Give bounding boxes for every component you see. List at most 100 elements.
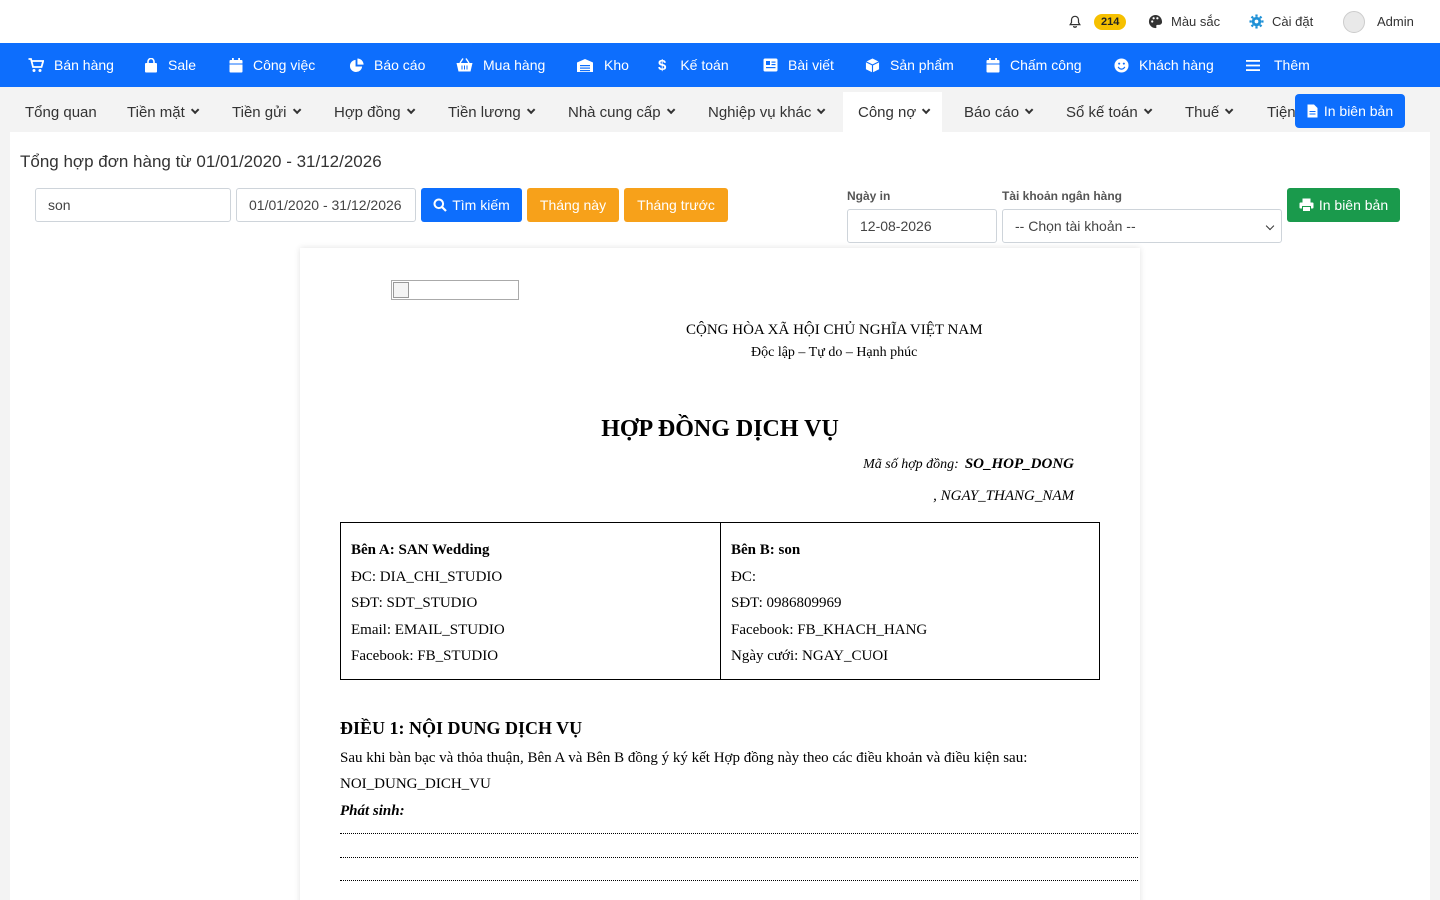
top-bar: 214 Màu sắc Cài đặt Admin — [0, 0, 1440, 43]
nav-label: Mua hàng — [483, 57, 546, 73]
chevron-down-icon — [526, 105, 536, 115]
user-menu[interactable]: Admin — [1343, 0, 1414, 43]
tab-tien-mat[interactable]: Tiền mặt — [112, 92, 211, 132]
party-a-facebook: Facebook: FB_STUDIO — [351, 648, 499, 664]
cart-icon — [28, 57, 44, 72]
user-name: Admin — [1377, 14, 1414, 29]
cube-icon — [865, 57, 880, 73]
nav-item-cham-cong[interactable]: Chấm công — [986, 43, 1082, 87]
notifications-button[interactable]: 214 — [1068, 0, 1127, 43]
colors-button[interactable]: Màu sắc — [1148, 0, 1220, 43]
print-date-input[interactable]: 12-08-2026 — [847, 209, 997, 243]
sub-nav: Tổng quan Tiền mặt Tiền gửi Hợp đồng Tiề… — [0, 87, 1440, 132]
article-icon — [763, 58, 778, 72]
nav-item-sale[interactable]: Sale — [144, 43, 196, 87]
tab-label: Tiền gửi — [232, 103, 287, 121]
search-button-label: Tìm kiếm — [452, 197, 510, 213]
settings-button[interactable]: Cài đặt — [1249, 0, 1313, 43]
bell-icon — [1069, 15, 1081, 28]
last-month-button[interactable]: Tháng trước — [624, 188, 728, 222]
nav-item-ke-toan[interactable]: $ Kế toán — [658, 43, 729, 87]
chevron-down-icon — [1265, 221, 1275, 231]
date-range-input[interactable]: 01/01/2020 - 31/12/2026 — [236, 188, 416, 222]
bank-account-label: Tài khoản ngân hàng — [1002, 189, 1123, 203]
chevron-down-icon — [1024, 105, 1034, 115]
palette-icon — [1148, 14, 1163, 29]
nav-label: Sản phẩm — [890, 57, 954, 73]
party-a-heading: Bên A: SAN Wedding — [351, 542, 490, 558]
article-1-content: NOI_DUNG_DICH_VU — [340, 776, 491, 792]
tab-label: Tiền lương — [448, 103, 521, 121]
nav-item-bai-viet[interactable]: Bài viết — [763, 43, 834, 87]
this-month-label: Tháng này — [539, 197, 607, 213]
nav-item-bao-cao[interactable]: Báo cáo — [349, 43, 425, 87]
bank-account-select[interactable]: -- Chọn tài khoản -- — [1002, 209, 1282, 243]
nav-item-mua-hang[interactable]: Mua hàng — [456, 43, 545, 87]
chevron-down-icon — [292, 105, 301, 115]
tab-tien-gui[interactable]: Tiền gửi — [217, 92, 313, 132]
party-a-phone: SĐT: SDT_STUDIO — [351, 595, 478, 611]
dotted-line — [340, 833, 1138, 834]
parties-table: Bên A: SAN Wedding ĐC: DIA_CHI_STUDIO SĐ… — [340, 522, 1100, 680]
party-b: Bên B: son ĐC: SĐT: 0986809969 Facebook:… — [720, 523, 1099, 679]
tab-label: Tổng quan — [25, 103, 97, 121]
tab-so-ke-toan[interactable]: Sổ kế toán — [1051, 92, 1164, 132]
nav-label: Kho — [604, 57, 629, 73]
contract-document: CỘNG HÒA XÃ HỘI CHỦ NGHĨA VIỆT NAM Độc l… — [300, 248, 1140, 900]
contract-date: , NGAY_THANG_NAM — [933, 488, 1074, 504]
nav-label: Sale — [168, 57, 197, 73]
nav-label: Báo cáo — [374, 57, 426, 73]
party-b-phone: SĐT: 0986809969 — [731, 595, 842, 611]
party-a-email: Email: EMAIL_STUDIO — [351, 621, 505, 638]
contract-code: Mã số hợp đồng: SO_HOP_DONG — [863, 456, 1074, 473]
nav-item-san-pham[interactable]: Sản phẩm — [865, 43, 954, 87]
nav-item-kho[interactable]: Kho — [576, 43, 629, 87]
search-button[interactable]: Tìm kiếm — [421, 188, 522, 222]
print-top-label: In biên bản — [1323, 103, 1394, 119]
tab-tien-luong[interactable]: Tiền lương — [433, 92, 547, 132]
party-b-facebook: Facebook: FB_KHACH_HANG — [731, 621, 928, 638]
tab-nha-cung-cap[interactable]: Nhà cung cấp — [553, 92, 687, 132]
chevron-down-icon — [1225, 105, 1234, 115]
nav-label: Bài viết — [788, 57, 834, 73]
avatar — [1343, 10, 1365, 33]
print-report-button[interactable]: In biên bản — [1287, 188, 1400, 222]
chevron-down-icon — [817, 105, 826, 115]
nav-item-cong-viec[interactable]: Công việc — [229, 43, 315, 87]
chevron-down-icon — [922, 105, 931, 115]
page-title: Tổng hợp đơn hàng từ 01/01/2020 - 31/12/… — [20, 152, 382, 171]
contract-code-value: SO_HOP_DONG — [964, 456, 1074, 472]
tab-bao-cao[interactable]: Báo cáo — [949, 92, 1045, 132]
tab-label: Hợp đồng — [334, 103, 401, 121]
tab-hop-dong[interactable]: Hợp đồng — [319, 92, 427, 132]
bank-account-selected: -- Chọn tài khoản -- — [1015, 218, 1136, 234]
party-a-address: ĐC: DIA_CHI_STUDIO — [351, 568, 503, 585]
nav-label: Công việc — [253, 57, 316, 73]
gear-icon — [1249, 14, 1264, 29]
chevron-down-icon — [1143, 105, 1153, 115]
chevron-down-icon — [190, 105, 200, 115]
menu-icon — [1246, 59, 1260, 71]
tab-tong-quan[interactable]: Tổng quan — [10, 92, 112, 132]
search-input[interactable]: son — [35, 188, 231, 222]
dollar-icon: $ — [658, 56, 667, 74]
party-b-wedding-date: Ngày cưới: NGAY_CUOI — [731, 648, 889, 664]
party-b-heading: Bên B: son — [731, 542, 801, 558]
nav-item-them[interactable]: Thêm — [1246, 43, 1310, 87]
tab-nghiep-vu-khac[interactable]: Nghiệp vụ khác — [693, 92, 837, 132]
print-report-button-top[interactable]: In biên bản — [1295, 94, 1405, 128]
article-1-intro: Sau khi bàn bạc và thỏa thuận, Bên A và … — [340, 750, 1028, 766]
dotted-line — [340, 880, 1138, 881]
tab-cong-no[interactable]: Công nợ — [843, 92, 943, 132]
nav-item-khach-hang[interactable]: Khách hàng — [1114, 43, 1214, 87]
last-month-label: Tháng trước — [637, 197, 715, 213]
republic-heading: CỘNG HÒA XÃ HỘI CHỦ NGHĨA VIỆT NAM — [686, 322, 983, 338]
chevron-down-icon — [666, 105, 675, 115]
tab-thue[interactable]: Thuế — [1170, 92, 1245, 132]
notification-count-badge: 214 — [1094, 13, 1127, 30]
arising-label: Phát sinh: — [340, 803, 405, 819]
tab-label: Tiện — [1267, 103, 1296, 121]
tab-label: Tiền mặt — [127, 103, 185, 121]
this-month-button[interactable]: Tháng này — [527, 188, 619, 222]
nav-item-ban-hang[interactable]: Bán hàng — [28, 43, 114, 87]
